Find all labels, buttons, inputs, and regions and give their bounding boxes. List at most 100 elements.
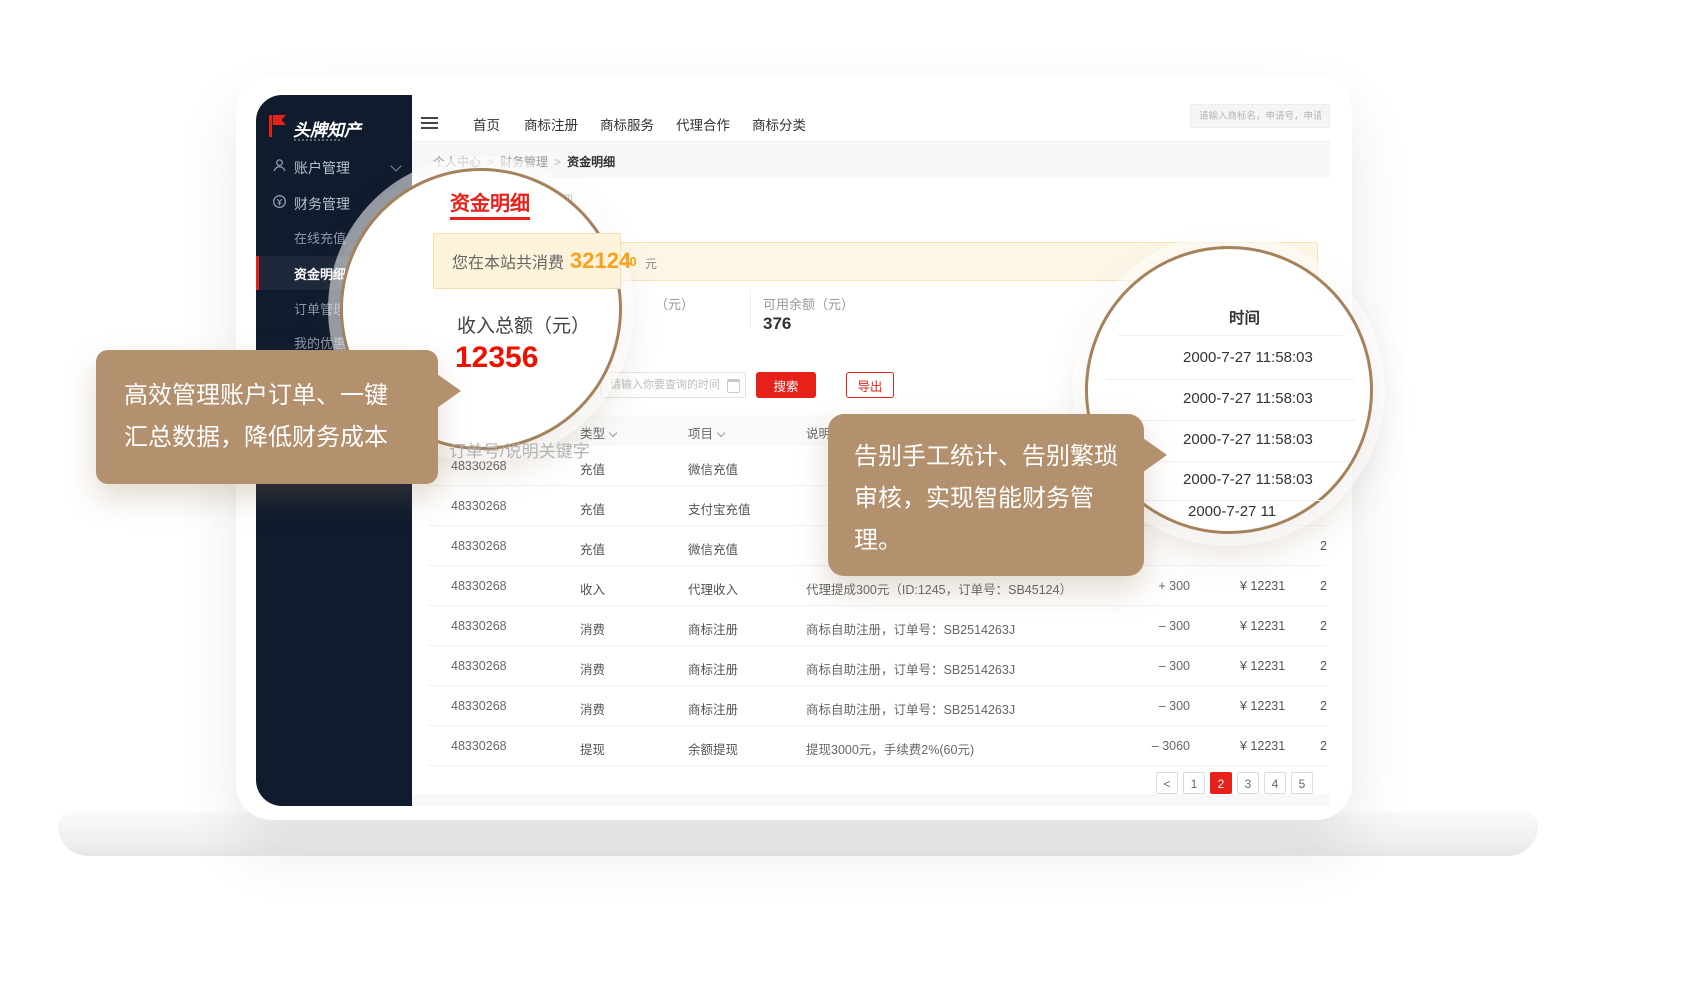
callout-left-arrow: [437, 374, 461, 408]
cell-project: 微信充值: [688, 459, 738, 478]
caret-down-icon: [717, 429, 725, 437]
available-balance-value: 376: [763, 314, 791, 334]
nav-item-category[interactable]: 商标分类: [752, 114, 806, 134]
pagination-page-2-active[interactable]: 2: [1210, 772, 1232, 794]
callout-left: 高效管理账户订单、一键 汇总数据，降低财务成本: [96, 350, 438, 484]
table-row: 48330268 消费 商标注册 商标自助注册，订单号：SB2514263J –…: [428, 686, 1326, 726]
tab-active-underline: [450, 217, 530, 220]
cell-project: 商标注册: [688, 619, 738, 638]
nav-item-register[interactable]: 商标注册: [524, 114, 578, 134]
cell-order: 48330268: [451, 659, 507, 673]
nav-item-services[interactable]: 商标服务: [600, 114, 654, 134]
time-cell-zoomed: 2000-7-27 11:58:03: [1183, 349, 1313, 366]
cell-type: 消费: [580, 699, 605, 718]
cell-desc: 商标自助注册，订单号：SB2514263J: [806, 699, 1015, 718]
breadcrumb-separator: >: [554, 155, 561, 169]
cell-project: 余额提现: [688, 739, 738, 758]
time-cell-zoomed: 2000-7-27 11:58:03: [1183, 390, 1313, 407]
cell-type: 消费: [580, 659, 605, 678]
cell-amount: – 300: [1080, 619, 1190, 633]
cell-desc: 代理提成300元（ID:1245，订单号：SB45124）: [806, 579, 1072, 598]
cell-balance: ¥ 12231: [1240, 699, 1285, 713]
row-divider: [1106, 379, 1354, 380]
callout-right-arrow: [1143, 438, 1167, 472]
breadcrumb-item-current: 资金明细: [567, 155, 615, 169]
cell-balance: ¥ 12231: [1240, 659, 1285, 673]
sidebar-item-label: 财务管理: [294, 194, 350, 214]
cell-desc: 提现3000元，手续费2%(60元): [806, 739, 974, 758]
cell-amount: – 300: [1080, 699, 1190, 713]
brand-logo-text: 头牌知产: [293, 116, 361, 141]
consumption-banner-zoomed: 您在本站共消费 32124: [433, 233, 621, 289]
tab-funds-detail-zoomed[interactable]: 资金明细: [450, 187, 530, 216]
cell-order: 48330268: [451, 699, 507, 713]
cell-amount: – 3060: [1080, 739, 1190, 753]
column-header-time-zoomed: 时间: [1229, 306, 1260, 328]
cell-type: 充值: [580, 539, 605, 558]
cell-desc: 商标自助注册，订单号：SB2514263J: [806, 619, 1015, 638]
cell-time-fragment: 2: [1320, 579, 1330, 593]
hamburger-menu-icon[interactable]: [421, 117, 438, 130]
callout-right-line: 理。: [854, 520, 1144, 562]
cell-amount: – 300: [1080, 659, 1190, 673]
brand-logo-icon: [266, 113, 290, 139]
cell-time-fragment: 2: [1320, 699, 1330, 713]
time-cell-partial-zoomed: 2000-7-27 11: [1188, 503, 1276, 520]
cell-type: 消费: [580, 619, 605, 638]
time-cell-zoomed: 2000-7-27 11:58:03: [1183, 431, 1313, 448]
stage: 头牌知产 账户管理 财务管理 在线充值 资金明细 订单管理 我的优惠券 我的发票…: [0, 0, 1696, 1002]
nav-item-agency[interactable]: 代理合作: [676, 114, 730, 134]
cell-time-fragment: 2: [1320, 739, 1330, 753]
row-divider: [1138, 500, 1322, 501]
cell-time-fragment: 2: [1320, 619, 1330, 633]
cell-time-fragment: 2: [1320, 539, 1330, 553]
banner-prefix: 您在本站共消费: [452, 249, 564, 273]
cell-order: 48330268: [451, 619, 507, 633]
cell-project: 代理收入: [688, 579, 738, 598]
available-balance-label: 可用余额（元）: [763, 294, 854, 313]
sidebar-subitem-recharge[interactable]: 在线充值: [294, 228, 346, 247]
banner-unit: 元: [645, 255, 657, 272]
export-button[interactable]: 导出: [846, 372, 894, 398]
callout-right-line: 审核，实现智能财务管: [854, 478, 1144, 520]
brand-logo-subline: [294, 139, 340, 141]
cell-type: 提现: [580, 739, 605, 758]
pagination-page-5[interactable]: 5: [1291, 772, 1313, 794]
calendar-icon[interactable]: [727, 379, 740, 393]
time-cell-zoomed: 2000-7-27 11:58:03: [1183, 471, 1313, 488]
cell-project: 支付宝充值: [688, 499, 751, 518]
cell-order: 48330268: [451, 499, 507, 513]
cell-order: 48330268: [451, 579, 507, 593]
sidebar-subitem-funds[interactable]: 资金明细: [294, 264, 346, 283]
sidebar-subitem-orders[interactable]: 订单管理: [294, 299, 346, 318]
pagination-page-4[interactable]: 4: [1264, 772, 1286, 794]
column-header-order-zoomed: 订单号/说明关键字: [449, 437, 590, 462]
cell-balance: ¥ 12231: [1240, 739, 1285, 753]
cell-project: 商标注册: [688, 659, 738, 678]
cell-project: 微信充值: [688, 539, 738, 558]
trademark-search-input[interactable]: [1190, 104, 1330, 128]
pagination-page-1[interactable]: 1: [1183, 772, 1205, 794]
callout-left-line: 汇总数据，降低财务成本: [124, 417, 438, 459]
search-button[interactable]: 搜索: [756, 372, 816, 398]
cell-desc: 商标自助注册，订单号：SB2514263J: [806, 659, 1015, 678]
cell-project: 商标注册: [688, 699, 738, 718]
sidebar-item-label: 账户管理: [294, 158, 350, 178]
pagination-page-3[interactable]: 3: [1237, 772, 1259, 794]
cell-amount: + 300: [1080, 579, 1190, 593]
breadcrumb-item[interactable]: 个人中心: [433, 155, 481, 169]
sidebar-active-indicator: [256, 256, 259, 290]
cell-type: 收入: [580, 579, 605, 598]
column-header-label: 项目: [688, 427, 713, 441]
income-total-label: 收入总额（元）: [457, 311, 590, 338]
time-query-input[interactable]: [600, 372, 746, 398]
column-header-project[interactable]: 项目: [688, 423, 724, 442]
breadcrumb-item[interactable]: 财务管理: [500, 155, 548, 169]
row-divider: [1118, 335, 1342, 336]
content-bottom-band: [412, 794, 1330, 806]
cell-type: 充值: [580, 499, 605, 518]
banner-amount-highlight: 32124: [570, 248, 631, 274]
consume-total-label-fragment: （元）: [655, 294, 694, 313]
nav-item-home[interactable]: 首页: [473, 114, 500, 134]
pagination-prev-button[interactable]: <: [1156, 772, 1178, 794]
